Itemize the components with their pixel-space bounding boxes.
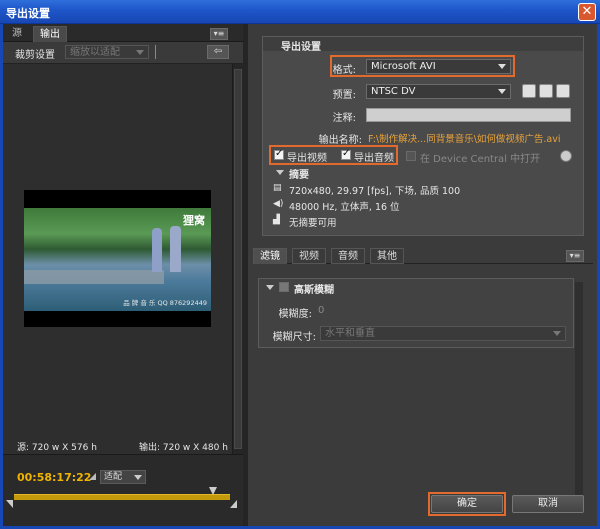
save-preset-icon[interactable]	[522, 84, 536, 98]
crop-scale-value: 缩放以适配	[70, 47, 120, 58]
preview-scrollbar[interactable]	[232, 64, 243, 454]
preview-tabs: 源 输出 ▾≡	[3, 24, 243, 42]
blur-dimension-select[interactable]: 水平和垂直	[320, 326, 566, 341]
window-title: 导出设置	[6, 7, 50, 20]
tab-video[interactable]: 视频	[292, 248, 326, 264]
cancel-button[interactable]: 取消	[512, 495, 584, 513]
summary-audio: 48000 Hz, 立体声, 16 位	[289, 202, 400, 213]
fit-select[interactable]: 适配	[100, 470, 146, 484]
divider	[155, 45, 156, 59]
summary-video: 720x480, 29.97 [fps], 下场, 品质 100	[289, 186, 461, 197]
import-preset-icon[interactable]	[539, 84, 553, 98]
blur-disclosure-icon[interactable]	[266, 285, 274, 290]
summary-title: 摘要	[289, 170, 309, 181]
close-button[interactable]: ✕	[578, 3, 596, 21]
chevron-down-icon	[134, 475, 142, 480]
summary-metadata: 无摘要可用	[289, 218, 337, 229]
tab-source[interactable]: 源	[6, 26, 28, 42]
gaussian-blur-checkbox[interactable]	[279, 282, 289, 292]
source-size: 源: 720 w X 576 h	[17, 443, 97, 453]
preset-value: NTSC DV	[371, 86, 416, 97]
output-name-label: 输出名称:	[318, 135, 362, 146]
chevron-down-icon	[498, 89, 506, 94]
tab-other[interactable]: 其他	[370, 248, 404, 264]
device-central-label[interactable]: 在 Device Central 中打开	[420, 150, 540, 165]
chevron-down-icon	[553, 331, 561, 336]
blur-dimension-label: 模糊尺寸:	[272, 332, 316, 343]
crop-settings-label: 裁剪设置	[15, 50, 55, 61]
timeline-track[interactable]	[14, 494, 230, 500]
video-thumbnail: 狸窝 品 牌 音 乐 QQ 876292449	[24, 208, 211, 311]
highlight-ok	[428, 492, 506, 516]
figure-shape	[152, 228, 162, 272]
preset-select[interactable]: NTSC DV	[366, 84, 511, 99]
tab-filters[interactable]: 滤镜	[253, 248, 287, 264]
crop-scale-select: 缩放以适配	[65, 45, 149, 59]
blurriness-value[interactable]: 0	[318, 305, 324, 316]
preset-label: 预置:	[332, 90, 356, 101]
back-arrow-icon[interactable]: ⇦	[207, 45, 229, 59]
collapse-icon[interactable]	[560, 150, 572, 162]
film-icon: ▤	[273, 183, 282, 193]
output-size: 输出: 720 w X 480 h	[139, 443, 228, 453]
title-bar: 导出设置 ✕	[0, 0, 600, 24]
crop-settings-row: 裁剪设置 缩放以适配 ⇦	[3, 42, 243, 64]
filters-menu-icon[interactable]: ▾≡	[566, 250, 584, 262]
metadata-icon: ▟	[273, 215, 280, 225]
scroll-thumb[interactable]	[234, 69, 242, 449]
timeline-panel	[3, 454, 243, 526]
delete-preset-icon[interactable]	[556, 84, 570, 98]
pier-shape	[24, 270, 164, 284]
export-settings-title: 导出设置	[281, 42, 321, 53]
comment-input[interactable]	[366, 108, 571, 122]
summary-disclosure-icon[interactable]	[276, 170, 284, 175]
figure-shape	[170, 226, 181, 272]
in-point-marker[interactable]	[6, 500, 13, 508]
gaussian-blur-title: 高斯模糊	[294, 285, 334, 296]
fit-select-value: 适配	[104, 472, 123, 482]
blur-dimension-value: 水平和垂直	[325, 328, 375, 339]
tab-output[interactable]: 输出	[33, 26, 67, 42]
tab-audio[interactable]: 音频	[331, 248, 365, 264]
speaker-icon: ◀)	[273, 199, 284, 209]
dimension-info: 源: 720 w X 576 h 输出: 720 w X 480 h	[3, 438, 232, 454]
device-central-checkbox[interactable]	[406, 151, 416, 161]
settings-tabs: 滤镜 视频 音频 其他 ▾≡	[253, 248, 593, 264]
chevron-down-icon	[136, 50, 144, 55]
panel-menu-icon[interactable]: ▾≡	[210, 28, 228, 40]
highlight-format	[330, 55, 515, 77]
settings-scrollbar[interactable]	[575, 282, 583, 512]
out-point-marker[interactable]	[230, 500, 237, 508]
blurriness-label: 模糊度:	[278, 309, 312, 320]
watermark-logo: 狸窝	[183, 214, 205, 227]
highlight-export	[269, 145, 398, 165]
timecode[interactable]: 00:58:17:22	[17, 471, 91, 484]
watermark-caption: 品 牌 音 乐 QQ 876292449	[123, 299, 207, 307]
comment-label: 注释:	[332, 113, 356, 124]
output-path-link[interactable]: F:\制作解决...同背景音乐\如何做视频广告.avi	[368, 131, 561, 145]
